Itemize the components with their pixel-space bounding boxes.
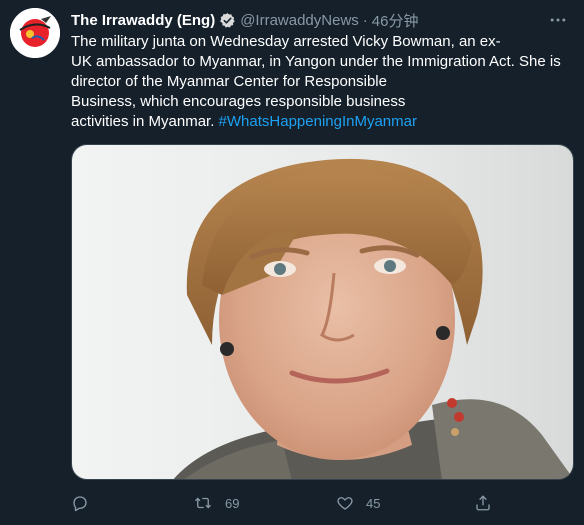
share-icon [476, 495, 490, 511]
retweet-icon [195, 497, 211, 509]
verified-badge-icon [219, 12, 236, 29]
tweet-text-line-last: activities in Myanmar. #WhatsHappeningIn… [71, 112, 571, 132]
tweet-text-line: UK ambassador to Myanmar, in Yangon unde… [71, 53, 561, 70]
avatar[interactable] [10, 8, 60, 58]
tweet[interactable]: The Irrawaddy (Eng) @IrrawaddyNews · 46分… [0, 0, 584, 525]
tweet-text: The military junta on Wednesday arrested… [71, 32, 571, 132]
tweet-header: The Irrawaddy (Eng) @IrrawaddyNews · 46分… [71, 10, 544, 30]
share-button[interactable] [474, 490, 492, 516]
tweet-actions: 69 45 [71, 490, 511, 516]
tweet-text-line: director of the Myanmar Center for Respo… [71, 73, 387, 90]
tweet-text-line: Business, which encourages responsible b… [71, 93, 406, 110]
timestamp[interactable]: 46分钟 [372, 10, 419, 31]
tweet-text-fragment: activities in Myanmar. [71, 113, 219, 130]
display-name[interactable]: The Irrawaddy (Eng) [71, 12, 215, 29]
separator-dot: · [362, 11, 368, 29]
hashtag-link[interactable]: #WhatsHappeningInMyanmar [219, 113, 417, 130]
more-options-icon[interactable] [546, 8, 570, 32]
irrawaddy-logo [10, 8, 60, 58]
reply-button[interactable] [71, 490, 101, 516]
retweet-button[interactable]: 69 [193, 490, 239, 516]
heart-icon [337, 497, 353, 510]
reply-icon [73, 496, 87, 512]
tweet-text-line: The military junta on Wednesday arrested… [71, 33, 501, 50]
like-count: 45 [366, 495, 381, 511]
like-button[interactable]: 45 [336, 490, 380, 516]
portrait-photo [72, 145, 573, 479]
retweet-count: 69 [225, 495, 240, 511]
handle[interactable]: @IrrawaddyNews [240, 12, 359, 29]
tweet-photo[interactable] [71, 144, 574, 480]
